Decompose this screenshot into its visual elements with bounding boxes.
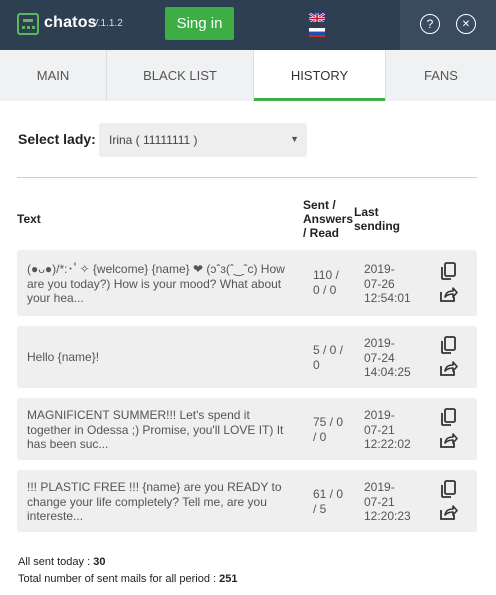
date-part: 12:22:02	[364, 437, 411, 451]
column-header-last-sending-line: Last	[354, 205, 379, 219]
column-header-last-sending-line: sending	[354, 219, 401, 233]
chat-logo-icon	[17, 13, 39, 35]
total-sent-summary: Total number of sent mails for all perio…	[18, 573, 238, 585]
share-icon[interactable]	[438, 430, 458, 450]
message-stats: 61 / 0 / 5	[313, 487, 344, 516]
lady-select-value: Irina ( 11111111 )	[109, 133, 198, 147]
message-date: 2019- 07-21 12:20:23	[364, 480, 424, 524]
table-row[interactable]: MAGNIFICENT SUMMER!!! Let's spend it tog…	[17, 398, 477, 460]
tab-bar: MAIN BLACK LIST HISTORY FANS	[0, 50, 496, 101]
table-row[interactable]: !!! PLASTIC FREE !!! {name} are you READ…	[17, 470, 477, 532]
date-part: 12:20:23	[364, 509, 411, 523]
copy-icon[interactable]	[438, 335, 458, 355]
help-icon[interactable]: ?	[420, 14, 440, 34]
tab-history[interactable]: HISTORY	[254, 50, 386, 101]
app-header: chatos V.1.1.2 Sing in ? ✕	[0, 0, 496, 50]
copy-icon[interactable]	[438, 261, 458, 281]
date-part: 2019-	[364, 336, 395, 350]
sent-today-value: 30	[93, 556, 106, 568]
date-part: 07-21	[364, 494, 395, 509]
date-part: 07-24	[364, 350, 395, 365]
app-brand: chatos	[44, 14, 97, 31]
message-date: 2019- 07-24 14:04:25	[364, 336, 424, 380]
column-header-stats-line: Answers	[303, 212, 354, 226]
sent-today-summary: All sent today : 30	[18, 556, 105, 568]
column-header-text: Text	[17, 212, 41, 226]
sign-in-button[interactable]: Sing in	[165, 7, 234, 40]
share-icon[interactable]	[438, 502, 458, 522]
message-stats: 75 / 0 / 0	[313, 415, 344, 444]
tab-main[interactable]: MAIN	[0, 50, 107, 101]
lady-select[interactable]: Irina ( 11111111 ) ▼	[99, 123, 307, 157]
date-part: 07-26	[364, 276, 395, 291]
message-stats: 110 / 0 / 0	[313, 268, 339, 297]
message-date: 2019- 07-26 12:54:01	[364, 262, 424, 306]
date-part: 12:54:01	[364, 291, 411, 305]
help-label: ?	[426, 17, 434, 31]
message-text: MAGNIFICENT SUMMER!!! Let's spend it tog…	[27, 408, 284, 451]
column-header-stats-line: / Read	[303, 226, 340, 240]
select-lady-label: Select lady:	[18, 131, 96, 147]
share-icon[interactable]	[438, 358, 458, 378]
sent-today-label: All sent today :	[18, 556, 94, 568]
close-icon[interactable]: ✕	[456, 14, 476, 34]
copy-icon[interactable]	[438, 479, 458, 499]
total-sent-value: 251	[219, 573, 238, 585]
message-date: 2019- 07-21 12:22:02	[364, 408, 424, 452]
column-header-stats-line: Sent /	[303, 198, 336, 212]
header-actions: ? ✕	[400, 0, 496, 50]
dropdown-arrow-icon: ▼	[290, 134, 299, 144]
date-part: 2019-	[364, 408, 395, 422]
message-text: Hello {name}!	[27, 350, 100, 364]
message-text: !!! PLASTIC FREE !!! {name} are you READ…	[27, 480, 282, 523]
table-row[interactable]: (●ᴗ●)/*:･ﾟ✧ {welcome} {name} ❤ (ↄˆɜ(ˆ‿ˆc…	[17, 250, 477, 316]
column-header-stats: Sent / Answers / Read	[303, 198, 353, 240]
english-flag-icon[interactable]	[309, 11, 325, 22]
date-part: 07-21	[364, 422, 395, 437]
table-row[interactable]: Hello {name}! 5 / 0 / 0 2019- 07-24 14:0…	[17, 326, 477, 388]
column-header-last-sending: Last sending	[354, 205, 400, 233]
total-sent-label: Total number of sent mails for all perio…	[18, 573, 220, 585]
message-text: (●ᴗ●)/*:･ﾟ✧ {welcome} {name} ❤ (ↄˆɜ(ˆ‿ˆc…	[27, 262, 285, 305]
date-part: 14:04:25	[364, 365, 411, 379]
russian-flag-icon[interactable]	[309, 26, 325, 37]
message-stats: 5 / 0 / 0	[313, 343, 344, 372]
copy-icon[interactable]	[438, 407, 458, 427]
tab-black-list[interactable]: BLACK LIST	[107, 50, 254, 101]
date-part: 2019-	[364, 480, 395, 494]
close-label: ✕	[461, 18, 471, 30]
app-version: V.1.1.2	[92, 18, 123, 29]
divider	[17, 177, 477, 178]
tab-fans[interactable]: FANS	[386, 50, 496, 101]
date-part: 2019-	[364, 262, 395, 276]
share-icon[interactable]	[438, 284, 458, 304]
